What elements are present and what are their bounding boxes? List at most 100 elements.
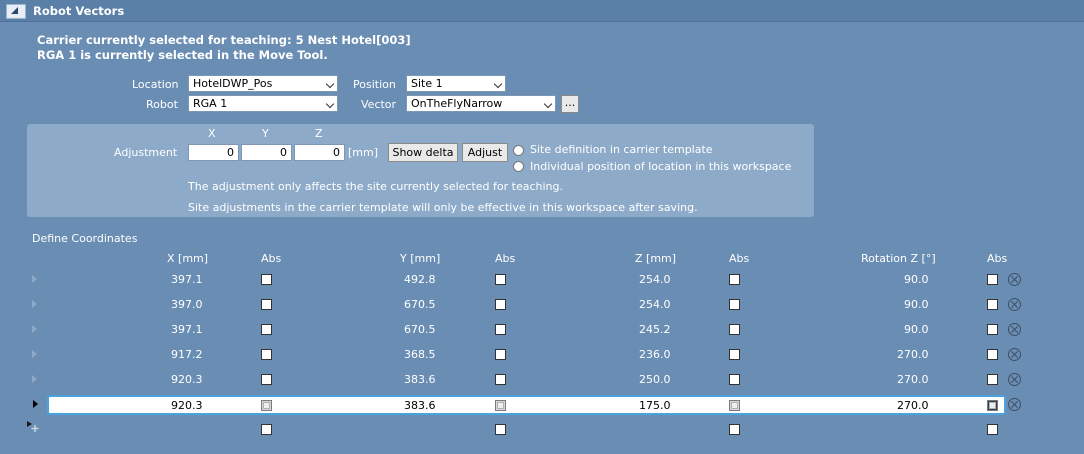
row-marker-icon [32, 275, 37, 283]
delete-row-icon[interactable] [1008, 398, 1021, 411]
selected-table-row[interactable]: 920.3 383.6 175.0 270.0 [47, 395, 1006, 415]
move-tool-status: RGA 1 is currently selected in the Move … [37, 48, 328, 62]
cell-y: 368.5 [404, 348, 436, 361]
col-x: X [mm] [167, 252, 209, 265]
vector-value: OnTheFlyNarrow [411, 97, 503, 110]
y-head: Y [262, 127, 269, 140]
abs-rotation-checkbox[interactable] [987, 324, 998, 335]
cell-rotation[interactable]: 270.0 [897, 399, 929, 412]
abs-y-checkbox[interactable] [495, 374, 506, 385]
abs-rotation-checkbox[interactable] [987, 349, 998, 360]
row-marker-icon [32, 350, 37, 358]
abs-z-checkbox[interactable] [729, 274, 740, 285]
abs-x-checkbox[interactable] [261, 274, 272, 285]
abs-rotation-checkbox[interactable] [987, 274, 998, 285]
abs-z-checkbox[interactable] [729, 324, 740, 335]
col-x-abs: Abs [261, 252, 282, 265]
col-rotation: Rotation Z [°] [861, 252, 936, 265]
show-delta-button[interactable]: Show delta [388, 143, 458, 162]
delete-row-icon[interactable] [1008, 273, 1021, 286]
col-z-abs: Abs [729, 252, 750, 265]
adjust-button[interactable]: Adjust [462, 143, 508, 162]
cell-x: 917.2 [171, 348, 203, 361]
adjustment-note-1: The adjustment only affects the site cur… [188, 180, 564, 193]
abs-y-checkbox[interactable] [495, 400, 506, 411]
abs-rotation-checkbox[interactable] [987, 374, 998, 385]
position-label: Position [353, 78, 396, 91]
abs-x-checkbox[interactable] [261, 349, 272, 360]
adjust-y-input[interactable]: 0 [241, 144, 292, 161]
browse-button[interactable]: ... [561, 95, 579, 113]
abs-rotation-checkbox[interactable] [987, 400, 998, 411]
adjust-x-input[interactable]: 0 [188, 144, 239, 161]
position-select[interactable]: Site 1 [406, 75, 506, 92]
cell-y: 670.5 [404, 298, 436, 311]
cell-x: 397.1 [171, 323, 203, 336]
row-marker-icon [32, 300, 37, 308]
collapse-icon[interactable] [6, 4, 26, 19]
col-z: Z [mm] [635, 252, 677, 265]
location-select[interactable]: HotelDWP_Pos [188, 75, 338, 92]
new-abs-x-checkbox[interactable] [261, 424, 272, 435]
cell-rotation: 270.0 [897, 348, 929, 361]
cell-y: 492.8 [404, 273, 436, 286]
cell-z[interactable]: 175.0 [639, 399, 671, 412]
define-coordinates-label: Define Coordinates [32, 232, 138, 245]
new-abs-y-checkbox[interactable] [495, 424, 506, 435]
delete-row-icon[interactable] [1008, 323, 1021, 336]
cell-z: 254.0 [639, 273, 671, 286]
row-marker-icon [32, 375, 37, 383]
cell-x[interactable]: 920.3 [171, 399, 203, 412]
row-marker-icon [32, 325, 37, 333]
delete-row-icon[interactable] [1008, 348, 1021, 361]
delete-row-icon[interactable] [1008, 373, 1021, 386]
abs-y-checkbox[interactable] [495, 299, 506, 310]
new-abs-rotation-checkbox[interactable] [987, 424, 998, 435]
abs-y-checkbox[interactable] [495, 324, 506, 335]
new-abs-z-checkbox[interactable] [729, 424, 740, 435]
radio-workspace[interactable] [513, 161, 524, 172]
radio-workspace-label: Individual position of location in this … [530, 160, 792, 173]
position-value: Site 1 [411, 77, 443, 90]
cell-y: 670.5 [404, 323, 436, 336]
col-rotation-abs: Abs [987, 252, 1008, 265]
delete-row-icon[interactable] [1008, 298, 1021, 311]
panel-title: Robot Vectors [33, 4, 125, 18]
abs-x-checkbox[interactable] [261, 299, 272, 310]
abs-x-checkbox[interactable] [261, 374, 272, 385]
abs-x-checkbox[interactable] [261, 400, 272, 411]
cell-x: 397.0 [171, 298, 203, 311]
cell-rotation: 90.0 [904, 323, 929, 336]
cell-rotation: 270.0 [897, 373, 929, 386]
abs-rotation-checkbox[interactable] [987, 299, 998, 310]
cell-x: 920.3 [171, 373, 203, 386]
cell-z: 254.0 [639, 298, 671, 311]
abs-x-checkbox[interactable] [261, 324, 272, 335]
abs-y-checkbox[interactable] [495, 274, 506, 285]
cell-y[interactable]: 383.6 [404, 399, 436, 412]
abs-z-checkbox[interactable] [729, 349, 740, 360]
robot-select[interactable]: RGA 1 [188, 95, 338, 112]
radio-carrier-template[interactable] [513, 145, 524, 156]
abs-z-checkbox[interactable] [729, 374, 740, 385]
cell-z: 236.0 [639, 348, 671, 361]
vector-select[interactable]: OnTheFlyNarrow [406, 95, 556, 112]
unit-label: [mm] [348, 146, 379, 159]
cell-z: 250.0 [639, 373, 671, 386]
panel-header: Robot Vectors [0, 0, 1084, 22]
chevron-down-icon [543, 99, 553, 109]
chevron-down-icon [325, 99, 335, 109]
abs-z-checkbox[interactable] [729, 299, 740, 310]
col-y-abs: Abs [495, 252, 516, 265]
adjustment-label: Adjustment [114, 146, 178, 159]
cell-x: 397.1 [171, 273, 203, 286]
robot-value: RGA 1 [193, 97, 228, 110]
cell-z: 245.2 [639, 323, 671, 336]
abs-y-checkbox[interactable] [495, 349, 506, 360]
new-row-icon [27, 421, 39, 433]
abs-z-checkbox[interactable] [729, 400, 740, 411]
current-row-icon [33, 400, 38, 408]
location-label: Location [132, 78, 179, 91]
adjustment-note-2: Site adjustments in the carrier template… [188, 201, 698, 214]
adjust-z-input[interactable]: 0 [294, 144, 345, 161]
